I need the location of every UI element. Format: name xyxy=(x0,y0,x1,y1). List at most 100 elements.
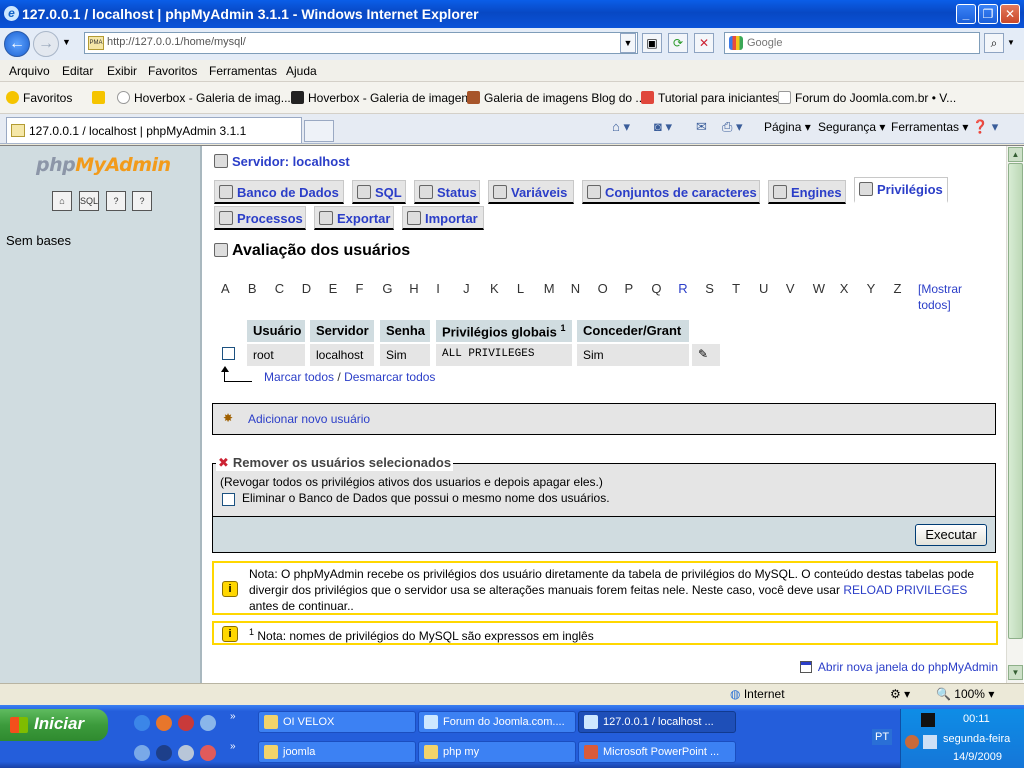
protected-mode-icon[interactable]: ⚙ ▾ xyxy=(890,687,910,701)
clock-time[interactable]: 00:11 xyxy=(963,713,990,725)
new-window-link[interactable]: Abrir nova janela do phpMyAdmin xyxy=(799,660,998,674)
add-favorite-icon[interactable] xyxy=(92,91,109,105)
docs-icon[interactable]: ? xyxy=(106,191,126,211)
maximize-button[interactable]: ❐ xyxy=(978,4,998,24)
favorite-item[interactable]: Tutorial para iniciantes xyxy=(641,91,778,105)
browser-tab[interactable]: 127.0.0.1 / localhost | phpMyAdmin 3.1.1 xyxy=(6,117,302,143)
security-zone[interactable]: ◍ Internet xyxy=(730,687,785,701)
zoom-level[interactable]: 🔍 100% ▾ xyxy=(936,687,994,701)
refresh-icon[interactable]: ⟳ xyxy=(668,33,688,53)
minimize-button[interactable]: _ xyxy=(956,4,976,24)
menu-editar[interactable]: Editar xyxy=(62,64,93,78)
app-quicklaunch-icon[interactable] xyxy=(178,745,194,761)
ie-quicklaunch-icon[interactable] xyxy=(134,715,150,731)
taskbar-button-active[interactable]: 127.0.0.1 / localhost ... xyxy=(578,711,736,733)
tab-privileges[interactable]: Privilégios xyxy=(854,177,948,203)
favorite-item[interactable]: Forum do Joomla.com.br • V... xyxy=(778,91,956,105)
player-quicklaunch-icon[interactable] xyxy=(156,745,172,761)
forward-button[interactable]: → xyxy=(33,31,59,57)
app-quicklaunch-icon[interactable] xyxy=(200,715,216,731)
expand-quicklaunch-icon[interactable]: » xyxy=(230,741,236,752)
new-tab-button[interactable] xyxy=(304,120,334,142)
tab-charsets[interactable]: Conjuntos de caracteres xyxy=(582,180,760,204)
taskbar-button[interactable]: Forum do Joomla.com.... xyxy=(418,711,576,733)
window-title: 127.0.0.1 / localhost | phpMyAdmin 3.1.1… xyxy=(22,6,479,22)
taskbar-button[interactable]: OI VELOX xyxy=(258,711,416,733)
taskbar-button[interactable]: Microsoft PowerPoint ... xyxy=(578,741,736,763)
taskbar-button[interactable]: php my xyxy=(418,741,576,763)
search-options-icon[interactable]: ▼ xyxy=(1007,38,1015,47)
menu-ferramentas[interactable]: Ferramentas xyxy=(209,64,277,78)
expand-quicklaunch-icon[interactable]: » xyxy=(230,711,236,722)
drop-database-checkbox[interactable] xyxy=(222,493,235,506)
reload-privileges-link[interactable]: RELOAD PRIVILEGES xyxy=(843,583,967,597)
cell-password: Sim xyxy=(380,344,430,366)
address-dropdown-icon[interactable]: ▼ xyxy=(620,33,636,53)
menu-favoritos[interactable]: Favoritos xyxy=(148,64,197,78)
favorite-item[interactable]: Galeria de imagens Blog do ... xyxy=(467,91,645,105)
mysql-docs-icon[interactable]: ? xyxy=(132,191,152,211)
tab-databases[interactable]: Banco de Dados xyxy=(214,180,344,204)
column-grant: Conceder/Grant xyxy=(577,320,689,342)
unmark-all-link[interactable]: Desmarcar todos xyxy=(344,370,435,384)
phpmyadmin-logo[interactable]: phpMyAdmin xyxy=(36,154,171,176)
server-breadcrumb[interactable]: Servidor: localhost xyxy=(214,154,350,169)
feeds-icon[interactable]: ◙ ▾ xyxy=(654,119,672,135)
media-quicklaunch-icon[interactable] xyxy=(178,715,194,731)
tab-export[interactable]: Exportar xyxy=(314,206,394,230)
network-icon[interactable] xyxy=(923,735,937,749)
drop-database-label[interactable]: Eliminar o Banco de Dados que possui o m… xyxy=(242,491,610,505)
tray-app-icon[interactable] xyxy=(921,713,935,727)
help-icon[interactable]: ❓ ▾ xyxy=(972,119,998,135)
ie-quicklaunch-icon[interactable] xyxy=(134,745,150,761)
tray-app-icon[interactable] xyxy=(905,735,919,749)
home-icon[interactable]: ⌂ xyxy=(52,191,72,211)
tools-menu[interactable]: Ferramentas ▾ xyxy=(891,120,968,134)
security-menu[interactable]: Segurança ▾ xyxy=(818,120,885,134)
search-icon[interactable]: ⌕ xyxy=(984,33,1004,53)
initial-letter-r[interactable]: R xyxy=(678,281,687,296)
close-button[interactable]: ✕ xyxy=(1000,4,1020,24)
mark-all-link[interactable]: Marcar todos xyxy=(264,370,334,384)
menu-arquivo[interactable]: Arquivo xyxy=(9,64,50,78)
language-indicator[interactable]: PT xyxy=(872,729,893,745)
tab-variables[interactable]: Variáveis xyxy=(488,180,574,204)
execute-button[interactable]: Executar xyxy=(915,524,987,546)
menu-exibir[interactable]: Exibir xyxy=(107,64,137,78)
stop-icon[interactable]: ✕ xyxy=(694,33,714,53)
compatibility-icon[interactable]: ▣ xyxy=(642,33,662,53)
scroll-thumb[interactable] xyxy=(1008,163,1023,639)
taskbar-button[interactable]: joomla xyxy=(258,741,416,763)
vertical-scrollbar[interactable]: ▲ ▼ xyxy=(1006,146,1023,683)
start-button[interactable]: Iniciar xyxy=(0,709,108,741)
add-user-link[interactable]: Adicionar novo usuário xyxy=(248,412,370,426)
menu-ajuda[interactable]: Ajuda xyxy=(286,64,317,78)
favorite-item[interactable]: Hoverbox - Galeria de imag... xyxy=(117,91,291,105)
page-title: Avaliação dos usuários xyxy=(214,242,410,260)
tab-engines[interactable]: Engines xyxy=(768,180,846,204)
tab-status[interactable]: Status xyxy=(414,180,480,204)
cell-privileges: ALL PRIVILEGES xyxy=(436,344,572,366)
back-button[interactable]: ← xyxy=(4,31,30,57)
tab-sql[interactable]: SQL xyxy=(352,180,406,204)
initial-letter-x: X xyxy=(839,281,849,296)
scroll-up-icon[interactable]: ▲ xyxy=(1008,147,1023,162)
firefox-quicklaunch-icon[interactable] xyxy=(156,715,172,731)
search-input[interactable]: Google xyxy=(724,32,980,54)
sql-query-icon[interactable]: SQL xyxy=(79,191,99,211)
print-icon[interactable]: ⎙ ▾ xyxy=(722,119,743,135)
history-dropdown-icon[interactable]: ▼ xyxy=(62,37,71,47)
home-icon[interactable]: ⌂ ▾ xyxy=(612,119,630,135)
app-quicklaunch-icon[interactable] xyxy=(200,745,216,761)
show-all-link[interactable]: [Mostrar todos] xyxy=(918,281,988,313)
favorite-item[interactable]: Hoverbox - Galeria de imagens xyxy=(291,91,474,105)
tab-import[interactable]: Importar xyxy=(402,206,484,230)
mail-icon[interactable]: ✉ xyxy=(696,119,707,135)
favorites-button[interactable]: Favoritos xyxy=(6,91,72,105)
page-menu[interactable]: Página ▾ xyxy=(764,120,811,134)
user-select-checkbox[interactable] xyxy=(222,347,235,360)
edit-privileges-icon[interactable]: ✎ xyxy=(692,344,720,366)
tab-processes[interactable]: Processos xyxy=(214,206,306,230)
address-input[interactable]: PMA http://127.0.0.1/home/mysql/ xyxy=(84,32,638,54)
scroll-down-icon[interactable]: ▼ xyxy=(1008,665,1023,680)
